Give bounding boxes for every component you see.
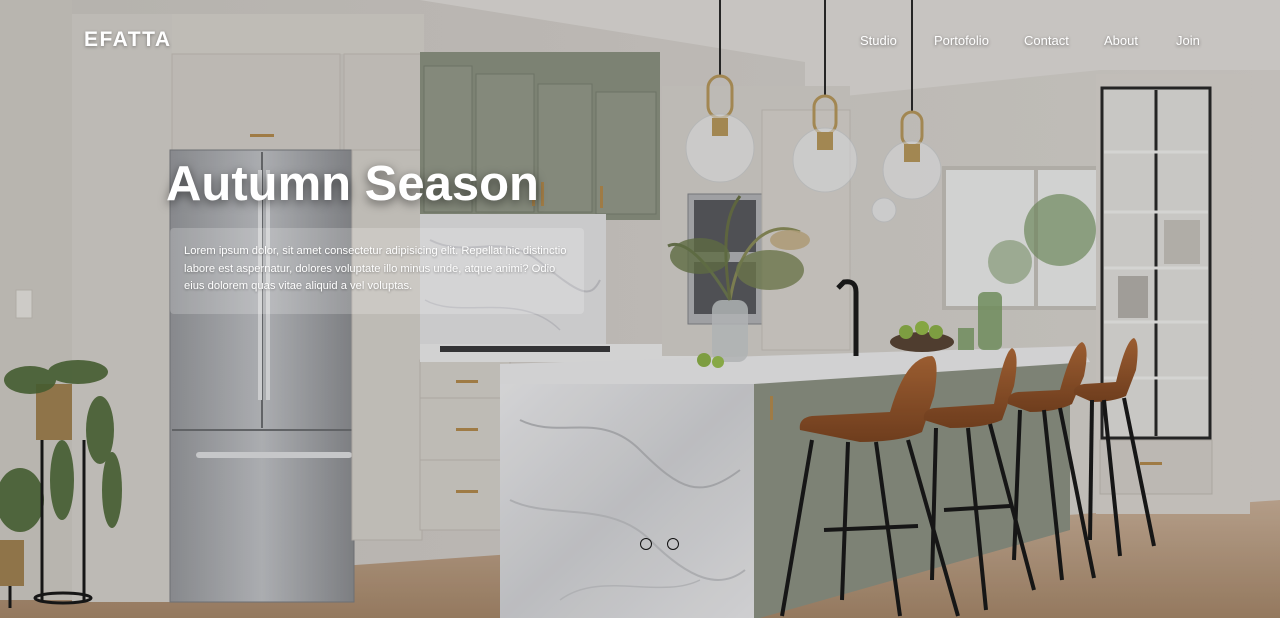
top-navigation: EFATTA Studio Portofolio Contact About J… xyxy=(0,0,1280,80)
hero-slide: EFATTA Studio Portofolio Contact About J… xyxy=(0,0,1280,618)
hero-description-card: Lorem ipsum dolor, sit amet consectetur … xyxy=(170,228,584,314)
nav-link-studio[interactable]: Studio xyxy=(860,33,897,48)
slider-dot-2[interactable] xyxy=(667,538,679,550)
nav-link-join[interactable]: Join xyxy=(1176,33,1200,48)
slider-dot-1[interactable] xyxy=(640,538,652,550)
brand-logo[interactable]: EFATTA xyxy=(84,28,172,52)
nav-link-about[interactable]: About xyxy=(1104,33,1138,48)
hero-description: Lorem ipsum dolor, sit amet consectetur … xyxy=(184,245,567,292)
nav-link-contact[interactable]: Contact xyxy=(1024,33,1069,48)
nav-link-portofolio[interactable]: Portofolio xyxy=(934,33,989,48)
slider-dots xyxy=(640,538,680,550)
hero-title: Autumn Season xyxy=(166,157,539,211)
